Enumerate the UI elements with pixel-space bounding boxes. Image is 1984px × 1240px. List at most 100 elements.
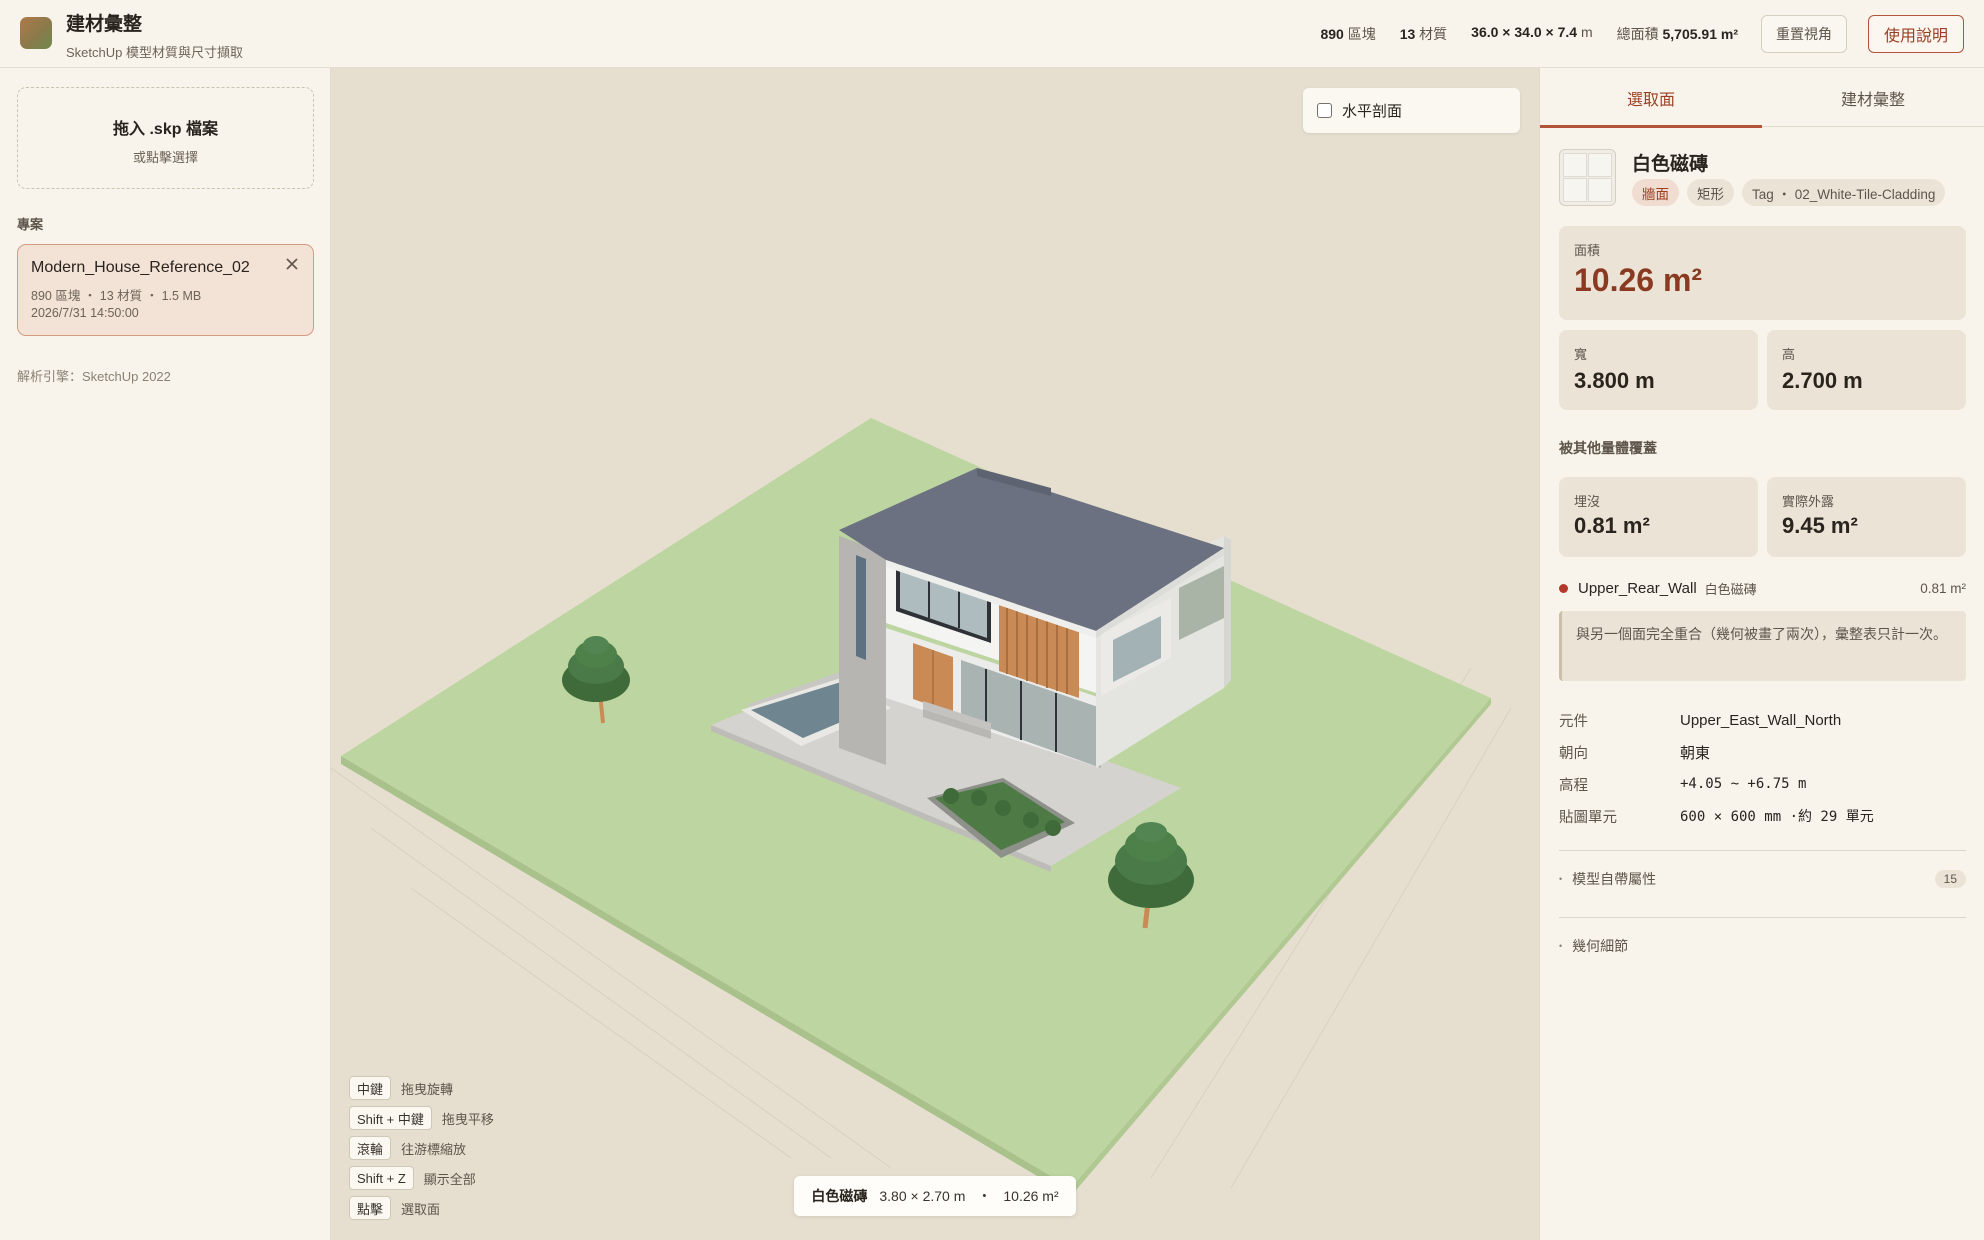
divider: [1559, 917, 1966, 918]
bullet-icon: •: [1559, 941, 1563, 951]
buried-value: 0.81 m²: [1574, 513, 1650, 538]
width-value: 3.800 m: [1574, 368, 1655, 393]
app-title: 建材彙整: [66, 14, 143, 35]
duplicate-note: 與另一個面完全重合（幾何被畫了兩次），彙整表只計一次。: [1559, 611, 1966, 681]
hint-action: 拖曳旋轉: [401, 1081, 454, 1097]
geometry-details-toggle[interactable]: • 幾何細節: [1559, 933, 1966, 959]
project-card[interactable]: Modern_House_Reference_02 890 區塊 ・ 13 材質…: [17, 244, 314, 336]
file-dropzone[interactable]: 拖入 .skp 檔案 或點擊選擇: [17, 87, 314, 189]
model-properties-toggle[interactable]: • 模型自帶屬性 15: [1559, 866, 1966, 892]
hint-row: Shift + 中鍵 拖曳平移: [349, 1106, 494, 1130]
hint-key: 點擊: [349, 1196, 392, 1220]
hint-row: 點擊 選取面: [349, 1196, 494, 1220]
buried-label: 埋沒: [1574, 494, 1601, 509]
panel-tabs: 選取面 建材彙整: [1540, 68, 1984, 128]
prop-key: 高程: [1559, 777, 1588, 794]
model-stats: 890 區塊 13 材質 36.0 × 34.0 × 7.4 m 總面積 5,7…: [1320, 24, 1738, 44]
area-label: 面積: [1574, 243, 1601, 258]
app-header: 建材彙整 SketchUp 模型材質與尺寸擷取 890 區塊 13 材質 36.…: [0, 0, 1984, 68]
prop-row: 元件 Upper_East_Wall_North: [1559, 704, 1966, 736]
prop-value: Upper_East_Wall_North: [1680, 711, 1842, 729]
prop-row: 朝向 朝東: [1559, 736, 1966, 768]
properties-list: 元件 Upper_East_Wall_North 朝向 朝東 高程 +4.05 …: [1559, 704, 1966, 832]
projects-section-label: 專案: [17, 217, 44, 232]
height-label: 高: [1782, 347, 1796, 362]
section-checkbox[interactable]: [1317, 103, 1332, 118]
hint-action: 往游標縮放: [401, 1141, 467, 1157]
model-props-count: 15: [1934, 870, 1966, 888]
help-button[interactable]: 使用說明: [1868, 15, 1964, 53]
prop-value: 600 × 600 mm ·約 29 單元: [1680, 809, 1874, 825]
height-value: 2.700 m: [1782, 368, 1863, 393]
control-hints: 中鍵 拖曳旋轉 Shift + 中鍵 拖曳平移 滾輪 往游標縮放 Shift +…: [349, 1076, 494, 1226]
tag-layer: Tag ・ 02_White-Tile-Cladding: [1742, 179, 1946, 206]
right-panel: 選取面 建材彙整 白色磁磚 牆面 矩形 Tag ・ 02_White-Tile-…: [1539, 68, 1984, 1240]
overlap-item[interactable]: Upper_Rear_Wall 白色磁磚 0.81 m²: [1559, 576, 1966, 600]
overlap-area: 0.81 m²: [1920, 580, 1966, 596]
hint-row: 滾輪 往游標縮放: [349, 1136, 494, 1160]
prop-key: 元件: [1559, 713, 1588, 730]
overlap-material: 白色磁磚: [1704, 581, 1757, 597]
total-area-stat: 總面積 5,705.91 m²: [1616, 26, 1738, 42]
dimensions-stat: 36.0 × 34.0 × 7.4 m: [1471, 24, 1593, 40]
area-value: 10.26 m²: [1574, 262, 1703, 298]
tag-shape: 矩形: [1687, 179, 1734, 206]
engine-label: 解析引擎：SketchUp 2022: [17, 369, 171, 384]
geometry-label: 幾何細節: [1572, 938, 1629, 954]
status-dims: 3.80 × 2.70 m: [879, 1188, 966, 1204]
tab-selected-face[interactable]: 選取面: [1540, 68, 1762, 128]
hint-action: 選取面: [401, 1201, 441, 1217]
tab-material-summary[interactable]: 建材彙整: [1762, 68, 1984, 127]
left-sidebar: 拖入 .skp 檔案 或點擊選擇 專案 Modern_House_Referen…: [0, 68, 331, 1240]
prop-value: +4.05 ~ +6.75 m: [1680, 776, 1807, 792]
prop-row: 高程 +4.05 ~ +6.75 m: [1559, 768, 1966, 800]
3d-viewport[interactable]: 水平剖面 中鍵 拖曳旋轉 Shift + 中鍵 拖曳平移 滾輪 往游標縮放 Sh…: [331, 68, 1539, 1240]
width-card: 寬 3.800 m: [1559, 330, 1758, 410]
status-area: 10.26 m²: [1003, 1188, 1059, 1204]
app-subtitle: SketchUp 模型材質與尺寸擷取: [66, 45, 243, 60]
status-material: 白色磁磚: [811, 1188, 868, 1204]
project-name: Modern_House_Reference_02: [31, 259, 250, 276]
hint-key: Shift + Z: [349, 1166, 414, 1190]
app-logo: [20, 17, 52, 49]
prop-key: 貼圖單元: [1559, 809, 1617, 826]
close-icon[interactable]: [283, 255, 301, 273]
hint-key: Shift + 中鍵: [349, 1106, 432, 1130]
section-toggle-label: 水平剖面: [1342, 103, 1403, 120]
covered-heading: 被其他量體覆蓋: [1559, 440, 1657, 456]
status-separator: ・: [977, 1188, 992, 1204]
project-meta: 890 區塊 ・ 13 材質 ・ 1.5 MB: [31, 289, 202, 303]
hint-action: 顯示全部: [423, 1171, 476, 1187]
dropzone-title: 拖入 .skp 檔案: [113, 121, 218, 138]
prop-row: 貼圖單元 600 × 600 mm ·約 29 單元: [1559, 800, 1966, 832]
bullet-icon: •: [1559, 874, 1563, 884]
hint-action: 拖曳平移: [441, 1111, 494, 1127]
model-scene[interactable]: [331, 68, 1539, 1240]
hint-row: Shift + Z 顯示全部: [349, 1166, 494, 1190]
materials-stat: 13 材質: [1399, 26, 1448, 42]
material-name: 白色磁磚: [1632, 154, 1709, 175]
dropzone-hint: 或點擊選擇: [132, 150, 198, 165]
prop-value: 朝東: [1680, 744, 1711, 762]
hint-key: 滾輪: [349, 1136, 392, 1160]
prop-key: 朝向: [1559, 745, 1588, 762]
reset-view-button[interactable]: 重置視角: [1761, 15, 1847, 53]
material-swatch: [1559, 149, 1616, 206]
hint-key: 中鍵: [349, 1076, 392, 1100]
project-date: 2026/7/31 14:50:00: [31, 306, 139, 320]
area-card: 面積 10.26 m²: [1559, 226, 1966, 320]
buried-card: 埋沒 0.81 m²: [1559, 477, 1758, 557]
blocks-stat: 890 區塊: [1320, 26, 1376, 42]
horizontal-section-toggle[interactable]: 水平剖面: [1303, 88, 1520, 133]
exposed-card: 實際外露 9.45 m²: [1767, 477, 1966, 557]
hint-row: 中鍵 拖曳旋轉: [349, 1076, 494, 1100]
width-label: 寬: [1574, 347, 1588, 362]
exposed-value: 9.45 m²: [1782, 513, 1858, 538]
height-card: 高 2.700 m: [1767, 330, 1966, 410]
model-props-label: 模型自帶屬性: [1572, 871, 1657, 887]
exposed-label: 實際外露: [1782, 494, 1835, 509]
material-tags: 牆面 矩形 Tag ・ 02_White-Tile-Cladding: [1632, 179, 1946, 206]
overlap-dot: [1559, 583, 1568, 593]
overlap-name: Upper_Rear_Wall: [1578, 579, 1697, 597]
tag-wall: 牆面: [1632, 179, 1679, 206]
